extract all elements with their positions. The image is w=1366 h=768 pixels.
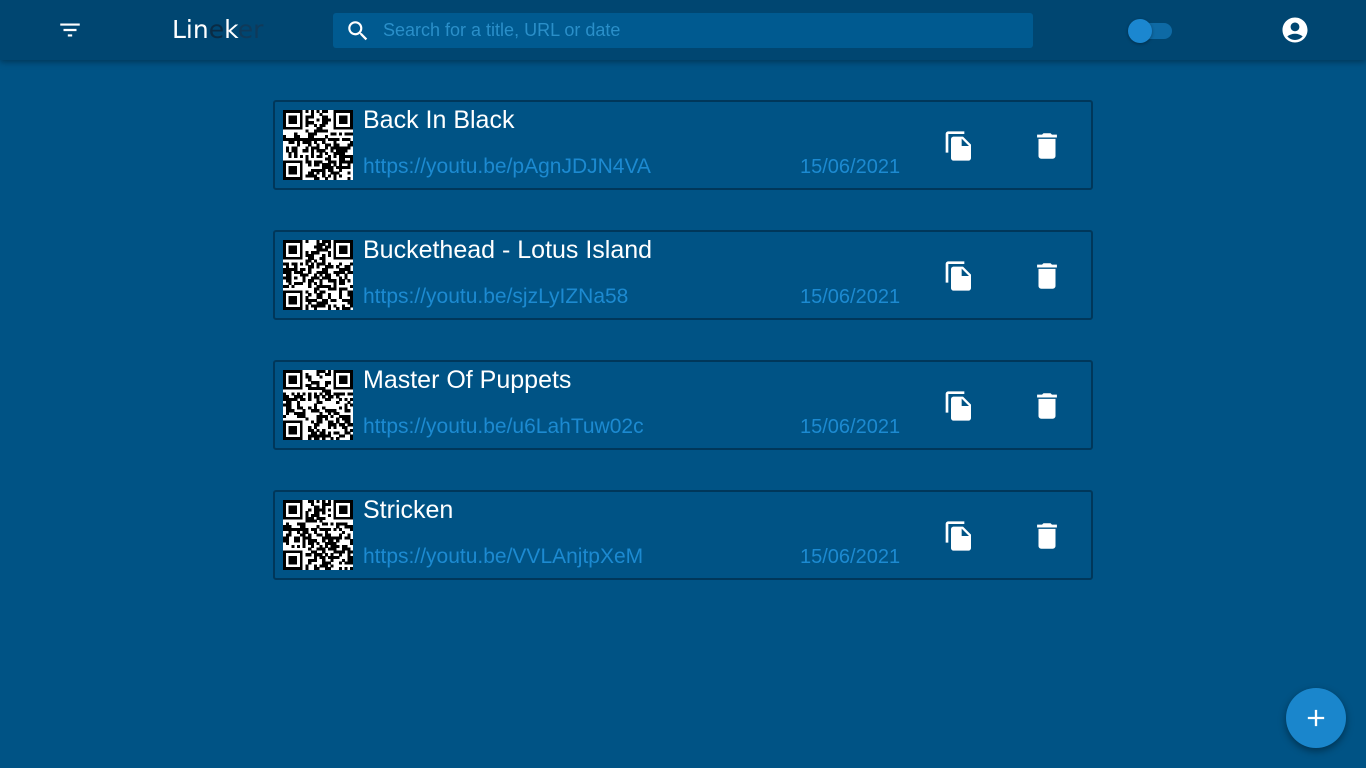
link-url[interactable]: https://youtu.be/u6LahTuw02c — [363, 415, 644, 439]
app-logo: Lineker — [172, 14, 263, 46]
trash-icon — [1037, 523, 1057, 549]
link-title: Master Of Puppets — [363, 366, 572, 394]
trash-icon — [1037, 393, 1057, 419]
delete-button[interactable] — [1027, 126, 1067, 166]
link-date: 15/06/2021 — [800, 416, 901, 438]
account-button[interactable] — [1276, 11, 1314, 49]
search-input[interactable] — [383, 13, 1033, 48]
link-title: Back In Black — [363, 106, 515, 134]
link-url[interactable]: https://youtu.be/pAgnJDJN4VA — [363, 155, 651, 179]
copy-button[interactable] — [939, 126, 979, 166]
theme-toggle[interactable] — [1128, 19, 1172, 43]
trash-icon — [1037, 133, 1057, 159]
link-date: 15/06/2021 — [800, 546, 901, 568]
logo-part: k — [224, 15, 238, 44]
plus-icon — [1307, 709, 1325, 727]
copy-button[interactable] — [939, 256, 979, 296]
trash-icon — [1037, 263, 1057, 289]
qr-code-icon — [283, 110, 353, 180]
delete-button[interactable] — [1027, 386, 1067, 426]
link-card: Stricken https://youtu.be/VVLAnjtpXeM 15… — [273, 490, 1093, 580]
link-card: Buckethead - Lotus Island https://youtu.… — [273, 230, 1093, 320]
logo-part: e — [208, 15, 225, 44]
toggle-thumb — [1128, 19, 1152, 43]
link-card: Back In Black https://youtu.be/pAgnJDJN4… — [273, 100, 1093, 190]
copy-icon — [945, 131, 971, 161]
filter-list-icon — [60, 23, 80, 37]
delete-button[interactable] — [1027, 256, 1067, 296]
logo-part: er — [237, 15, 264, 44]
search-bar — [333, 13, 1033, 48]
copy-icon — [945, 261, 971, 291]
copy-button[interactable] — [939, 386, 979, 426]
copy-icon — [945, 521, 971, 551]
qr-code-icon — [283, 500, 353, 570]
link-title: Buckethead - Lotus Island — [363, 236, 653, 264]
app-bar: Lineker — [0, 0, 1366, 60]
qr-code-icon — [283, 370, 353, 440]
copy-button[interactable] — [939, 516, 979, 556]
filter-menu-button[interactable] — [52, 12, 88, 48]
link-date: 15/06/2021 — [800, 286, 901, 308]
link-card: Master Of Puppets https://youtu.be/u6Lah… — [273, 360, 1093, 450]
logo-part: Lin — [172, 15, 209, 44]
copy-icon — [945, 391, 971, 421]
add-link-button[interactable] — [1286, 688, 1346, 748]
link-url[interactable]: https://youtu.be/VVLAnjtpXeM — [363, 545, 643, 569]
link-date: 15/06/2021 — [800, 156, 901, 178]
qr-code-icon — [283, 240, 353, 310]
link-title: Stricken — [363, 496, 454, 524]
delete-button[interactable] — [1027, 516, 1067, 556]
link-list: Back In Black https://youtu.be/pAgnJDJN4… — [273, 100, 1093, 620]
search-icon — [333, 13, 383, 48]
account-circle-icon — [1282, 17, 1308, 43]
link-url[interactable]: https://youtu.be/sjzLyIZNa58 — [363, 285, 628, 309]
